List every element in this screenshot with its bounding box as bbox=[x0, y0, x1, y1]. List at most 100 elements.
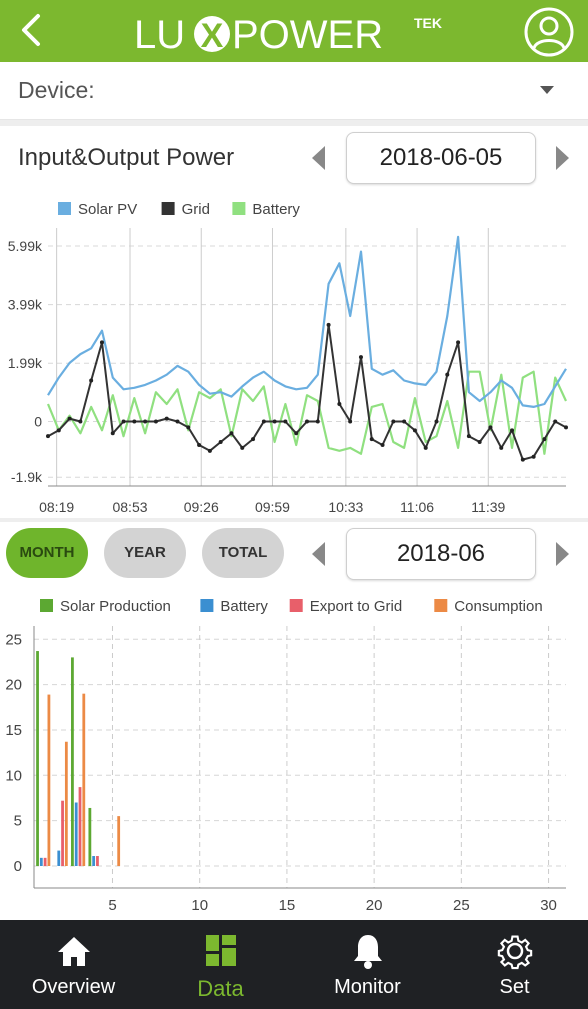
grid-point bbox=[564, 425, 568, 430]
nav-data[interactable]: Data bbox=[147, 920, 294, 1009]
grid-point bbox=[56, 428, 61, 433]
nav-data-label: Data bbox=[197, 976, 244, 1001]
svg-text:POWER: POWER bbox=[232, 13, 383, 56]
io-date-picker[interactable]: 2018-06-05 bbox=[346, 132, 536, 184]
energy-chart-svg: Solar Production Battery Export to Grid Con… bbox=[5, 598, 566, 914]
bar-export-to-grid bbox=[61, 800, 64, 866]
x-tick-label: 09:26 bbox=[184, 499, 219, 515]
y-tick-label: 25 bbox=[5, 631, 22, 648]
nav-set-label: Set bbox=[499, 976, 530, 998]
grid-point bbox=[164, 416, 169, 421]
x-tick-label: 09:59 bbox=[255, 499, 290, 515]
next-month-icon[interactable] bbox=[556, 542, 569, 566]
y-tick-label: 15 bbox=[5, 722, 22, 739]
tab-year[interactable]: YEAR bbox=[104, 528, 186, 578]
grid-point bbox=[175, 419, 180, 424]
x-tick-label: 08:53 bbox=[112, 499, 147, 515]
tab-total[interactable]: TOTAL bbox=[202, 528, 284, 578]
previous-day-icon[interactable] bbox=[312, 146, 325, 170]
x-tick-label: 08:19 bbox=[39, 499, 74, 515]
nav-overview[interactable]: Overview bbox=[0, 920, 147, 1009]
bottom-navigation: Overview Data Monitor Set bbox=[0, 920, 588, 1009]
legend-swatch-1 bbox=[161, 202, 175, 215]
io-power-header: Input&Output Power 2018-06-05 bbox=[0, 126, 588, 190]
next-day-icon[interactable] bbox=[556, 146, 569, 170]
bar-consumption bbox=[47, 694, 51, 866]
bar-consumption bbox=[64, 741, 68, 866]
grid-point bbox=[272, 419, 277, 424]
grid-point bbox=[488, 425, 493, 430]
y-tick-label: 0 bbox=[34, 414, 42, 430]
grid-point bbox=[305, 419, 309, 424]
grid-point bbox=[89, 378, 94, 383]
divider bbox=[0, 518, 588, 522]
grid-point bbox=[456, 340, 461, 345]
nav-set[interactable]: Set bbox=[441, 920, 588, 1009]
legend-swatch-1 bbox=[200, 599, 214, 612]
luxpower-logo: LU X POWER TEK bbox=[134, 13, 442, 56]
month-date-picker[interactable]: 2018-06 bbox=[346, 528, 536, 580]
grid-point bbox=[78, 419, 83, 424]
grid-point bbox=[99, 340, 104, 345]
y-tick-label: 20 bbox=[5, 677, 22, 694]
legend-swatch-0 bbox=[40, 599, 53, 612]
y-tick-label: 10 bbox=[5, 767, 22, 784]
period-selector: MONTH YEAR TOTAL 2018-06 bbox=[0, 524, 588, 586]
svg-text:LU: LU bbox=[134, 13, 185, 56]
bar-battery bbox=[39, 857, 43, 866]
legend-label-3: Consumption bbox=[454, 598, 542, 615]
y-tick-label: 0 bbox=[14, 858, 22, 875]
nav-overview-label: Overview bbox=[31, 976, 116, 998]
user-profile-icon[interactable] bbox=[522, 5, 576, 59]
grid-point bbox=[315, 419, 320, 424]
previous-month-icon[interactable] bbox=[312, 542, 325, 566]
legend-label-1: Battery bbox=[220, 598, 268, 615]
legend-swatch-2 bbox=[232, 202, 246, 215]
grid-point bbox=[358, 355, 363, 360]
x-tick-label: 30 bbox=[540, 897, 557, 914]
grid-point bbox=[542, 437, 547, 442]
svg-text:X: X bbox=[201, 17, 224, 55]
y-tick-label: 5 bbox=[14, 813, 22, 830]
legend-label-2: Export to Grid bbox=[310, 598, 403, 615]
energy-chart: Solar Production Battery Export to Grid Con… bbox=[0, 588, 588, 918]
io-power-title: Input&Output Power bbox=[18, 144, 235, 171]
grid-point bbox=[110, 431, 115, 436]
grid-point bbox=[240, 445, 245, 450]
x-tick-label: 25 bbox=[453, 897, 470, 914]
tab-month[interactable]: MONTH bbox=[6, 528, 88, 578]
x-tick-label: 5 bbox=[108, 897, 116, 914]
bar-battery bbox=[57, 850, 61, 866]
grid-point bbox=[510, 428, 515, 433]
data-icon bbox=[205, 935, 236, 966]
grid-point bbox=[531, 454, 536, 459]
grid-point bbox=[477, 440, 482, 445]
grid-point bbox=[294, 431, 299, 436]
bar-battery bbox=[74, 802, 78, 866]
grid-point bbox=[251, 437, 256, 442]
home-icon bbox=[57, 937, 90, 966]
x-tick-label: 20 bbox=[366, 897, 383, 914]
x-tick-label: 11:39 bbox=[471, 499, 505, 515]
grid-point bbox=[348, 419, 353, 424]
y-tick-label: -1.9k bbox=[11, 469, 43, 485]
back-arrow-icon[interactable] bbox=[8, 6, 56, 54]
y-tick-label: 5.99k bbox=[8, 238, 43, 254]
bar-solar-production bbox=[71, 657, 74, 866]
grid-point bbox=[434, 419, 439, 424]
top-bar: LU X POWER TEK bbox=[0, 0, 588, 62]
bar-solar-production bbox=[36, 651, 39, 866]
grid-point bbox=[466, 434, 471, 439]
x-tick-label: 10:33 bbox=[328, 499, 363, 515]
grid-point bbox=[132, 419, 137, 424]
device-selector[interactable]: Device: bbox=[0, 62, 588, 120]
legend-swatch-2 bbox=[289, 599, 303, 612]
svg-text:TEK: TEK bbox=[414, 15, 442, 31]
io-power-chart-svg: Solar PV Grid Battery 5.99k 3.99k 1.99k 0 -1.9k… bbox=[8, 201, 568, 515]
legend-label-2: Battery bbox=[252, 201, 300, 218]
dropdown-caret-icon[interactable] bbox=[540, 86, 554, 94]
grid-point bbox=[261, 419, 266, 424]
nav-monitor[interactable]: Monitor bbox=[294, 920, 441, 1009]
legend-swatch-3 bbox=[434, 599, 448, 612]
grid-point bbox=[229, 431, 234, 436]
